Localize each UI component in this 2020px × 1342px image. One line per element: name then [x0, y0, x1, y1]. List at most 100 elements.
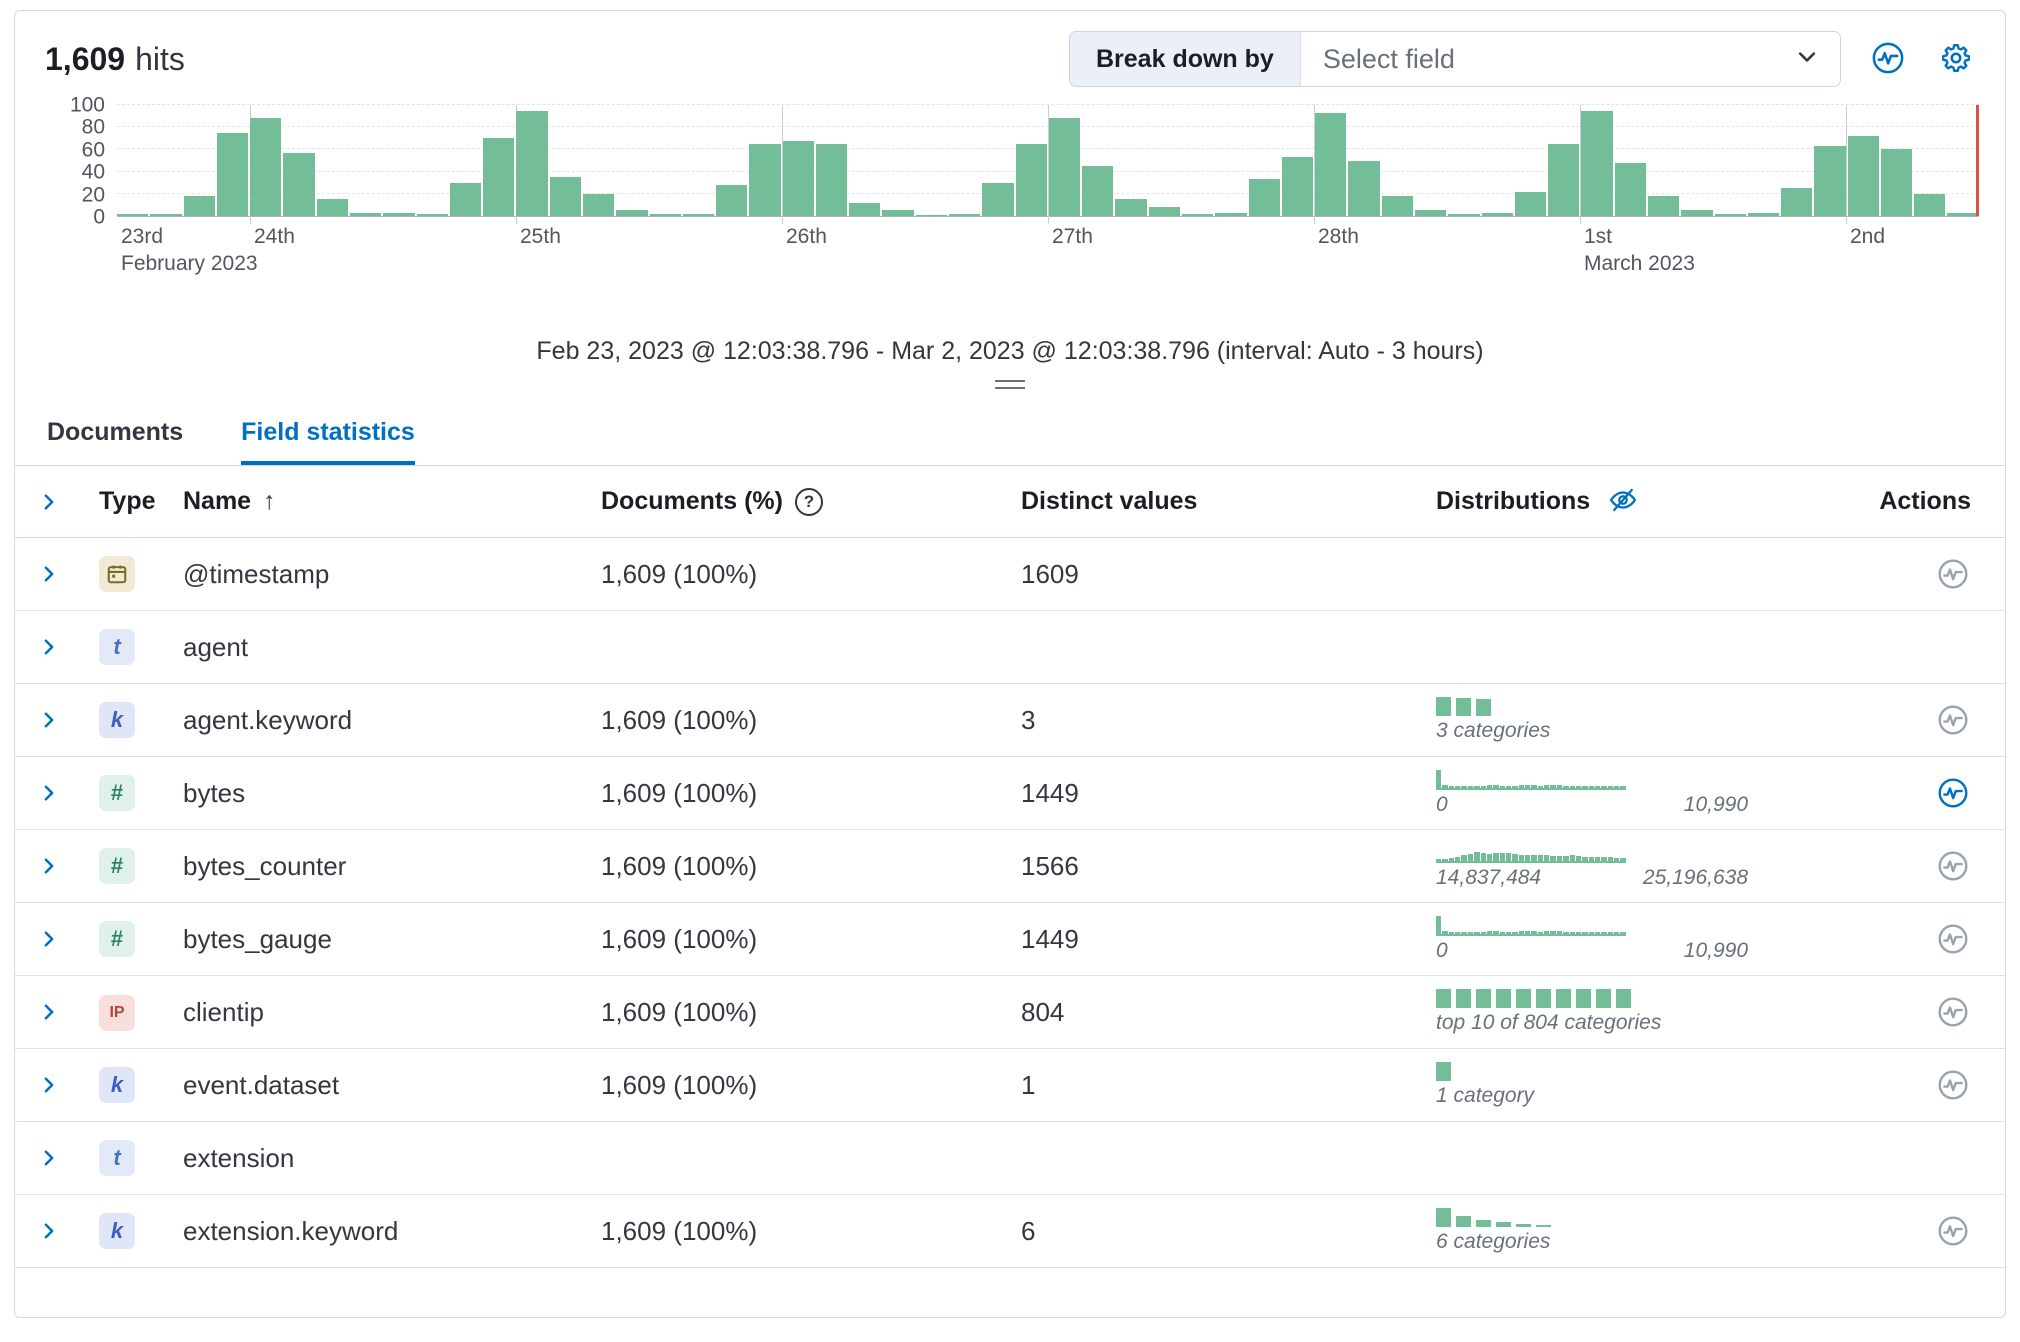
field-stats-action-button[interactable]	[1935, 1067, 1971, 1103]
histogram-bar[interactable]	[417, 214, 448, 216]
mini-histogram-bar	[1481, 932, 1486, 934]
histogram-bar[interactable]	[1814, 146, 1845, 216]
histogram-bar[interactable]	[849, 203, 880, 216]
eye-slash-icon[interactable]	[1606, 485, 1640, 519]
col-name[interactable]: Name ↑	[183, 487, 601, 516]
histogram-bar[interactable]	[716, 185, 747, 216]
mini-histogram	[1436, 843, 1626, 863]
field-stats-action-button[interactable]	[1935, 702, 1971, 738]
histogram-bar[interactable]	[1282, 157, 1313, 216]
histogram-bar[interactable]	[1348, 161, 1379, 217]
mini-histogram-bar	[1620, 786, 1625, 787]
chart-options-button[interactable]	[1867, 38, 1909, 80]
expand-row-button[interactable]	[39, 997, 69, 1027]
tab-field-statistics[interactable]: Field statistics	[241, 418, 415, 465]
histogram-bar[interactable]	[1681, 210, 1712, 216]
histogram-bar[interactable]	[1382, 196, 1413, 216]
resize-handle[interactable]	[15, 380, 2005, 396]
histogram-bar[interactable]	[283, 153, 314, 216]
histogram-bar[interactable]	[483, 138, 514, 216]
expand-row-button[interactable]	[39, 559, 69, 589]
histogram-bar[interactable]	[1315, 113, 1346, 216]
expand-row-button[interactable]	[39, 705, 69, 735]
expand-row-button[interactable]	[39, 924, 69, 954]
histogram-bar[interactable]	[1448, 214, 1479, 216]
histogram-bar[interactable]	[350, 213, 381, 216]
histogram-bar[interactable]	[583, 194, 614, 216]
histogram-bar[interactable]	[450, 183, 481, 216]
histogram-bar[interactable]	[117, 214, 148, 216]
expand-row-button[interactable]	[39, 851, 69, 881]
number-type-icon: #	[99, 921, 135, 957]
histogram-bar[interactable]	[683, 214, 714, 216]
question-mark-icon[interactable]: ?	[795, 488, 823, 516]
distribution-preview[interactable]: 6 categories	[1436, 1208, 1766, 1254]
histogram-bar[interactable]	[1082, 166, 1113, 216]
histogram-bar[interactable]	[1615, 163, 1646, 216]
histogram-bar[interactable]	[550, 177, 581, 216]
distribution-preview[interactable]: 010,990	[1436, 916, 1766, 963]
field-stats-action-button[interactable]	[1935, 921, 1971, 957]
histogram-bar[interactable]	[982, 183, 1013, 216]
mini-histogram-bar	[1620, 932, 1625, 933]
histogram-bar[interactable]	[1914, 194, 1945, 216]
histogram-bar[interactable]	[1848, 136, 1879, 216]
histogram-bar[interactable]	[882, 210, 913, 216]
field-stats-action-button[interactable]	[1935, 848, 1971, 884]
histogram-bar[interactable]	[650, 214, 681, 216]
tab-documents[interactable]: Documents	[47, 418, 183, 465]
histogram-bar[interactable]	[1648, 196, 1679, 216]
distribution-preview[interactable]: 14,837,48425,196,638	[1436, 843, 1766, 890]
histogram-bar[interactable]	[1548, 144, 1579, 216]
histogram-bar[interactable]	[217, 133, 248, 216]
histogram-bar[interactable]	[916, 215, 947, 216]
histogram-bar[interactable]	[317, 199, 348, 216]
histogram-bar[interactable]	[783, 141, 814, 216]
expand-row-button[interactable]	[39, 632, 69, 662]
histogram-bar[interactable]	[1115, 199, 1146, 216]
breakdown-select[interactable]: Select field	[1301, 32, 1840, 86]
histogram-bar[interactable]	[1149, 207, 1180, 216]
histogram-bar[interactable]	[1182, 214, 1213, 216]
histogram-bar[interactable]	[1781, 188, 1812, 216]
expand-row-button[interactable]	[39, 1216, 69, 1246]
category-block	[1536, 989, 1551, 1008]
histogram-bar[interactable]	[749, 144, 780, 216]
distribution-preview[interactable]: top 10 of 804 categories	[1436, 989, 1766, 1035]
field-stats-action-button[interactable]	[1935, 994, 1971, 1030]
histogram-bar[interactable]	[1881, 149, 1912, 216]
expand-row-button[interactable]	[39, 778, 69, 808]
histogram-bar[interactable]	[1748, 213, 1779, 216]
distribution-preview[interactable]: 3 categories	[1436, 697, 1766, 743]
histogram-bar[interactable]	[1515, 192, 1546, 216]
breakdown-label: Break down by	[1070, 32, 1301, 86]
histogram-bar[interactable]	[616, 210, 647, 216]
field-stats-action-button[interactable]	[1935, 1213, 1971, 1249]
expand-row-button[interactable]	[39, 1143, 69, 1173]
field-stats-action-button[interactable]	[1935, 775, 1971, 811]
histogram-bar[interactable]	[1249, 179, 1280, 216]
histogram-bar[interactable]	[1215, 213, 1246, 216]
expand-row-button[interactable]	[39, 1070, 69, 1100]
histogram-bar[interactable]	[1947, 213, 1978, 216]
mini-histogram-bar	[1487, 931, 1492, 933]
category-blocks	[1436, 1062, 1766, 1081]
histogram-bar[interactable]	[1581, 111, 1612, 216]
histogram-bar[interactable]	[1049, 118, 1080, 216]
field-stats-action-button[interactable]	[1935, 556, 1971, 592]
histogram-bar[interactable]	[1415, 210, 1446, 216]
settings-gear-button[interactable]	[1935, 38, 1977, 80]
histogram-bar[interactable]	[1482, 213, 1513, 216]
histogram-bar[interactable]	[949, 214, 980, 216]
distribution-preview[interactable]: 1 category	[1436, 1062, 1766, 1108]
histogram-bar[interactable]	[516, 111, 547, 216]
histogram-bar[interactable]	[184, 196, 215, 216]
histogram-bar[interactable]	[150, 214, 181, 216]
histogram-bar[interactable]	[383, 213, 414, 216]
distribution-preview[interactable]: 010,990	[1436, 770, 1766, 817]
histogram-bar[interactable]	[816, 144, 847, 216]
histogram-bar[interactable]	[250, 118, 281, 216]
histogram-bar[interactable]	[1715, 214, 1746, 216]
histogram-bar[interactable]	[1016, 144, 1047, 216]
expand-all-button[interactable]	[39, 487, 69, 517]
